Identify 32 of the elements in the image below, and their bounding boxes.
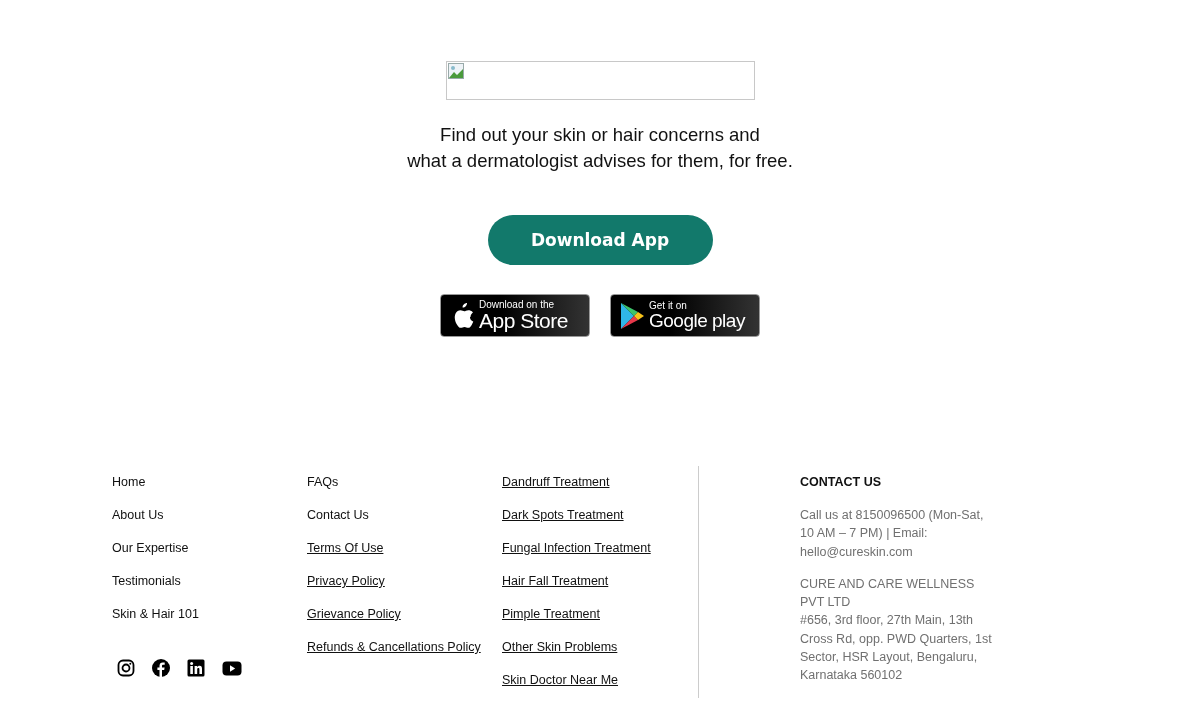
contact-heading: CONTACT US xyxy=(800,474,882,490)
footer-link[interactable]: FAQs xyxy=(307,474,339,507)
play-icon xyxy=(619,300,645,331)
footer-link[interactable]: Contact Us xyxy=(307,507,369,540)
company-name: CURE AND CARE WELLNESS PVT LTD xyxy=(800,575,976,612)
facebook-icon[interactable] xyxy=(152,659,170,677)
footer-link[interactable]: Fungal Infection Treatment xyxy=(502,540,651,556)
broken-image-icon xyxy=(447,63,464,79)
footer-link[interactable]: Refunds & Cancellations Policy xyxy=(307,639,481,655)
tagline-text: Find out your skin or hair concerns and what a dermatologist advises for them, for free. xyxy=(407,123,793,173)
linkedin-icon[interactable] xyxy=(187,659,205,677)
footer-link[interactable]: Home xyxy=(112,474,146,507)
footer-link[interactable]: Our Expertise xyxy=(112,540,189,573)
footer-link[interactable]: Grievance Policy xyxy=(307,606,401,622)
address-text: #656, 3rd floor, 27th Main, 13th Cross Rd, opp. PWD Quarters, 1st Sector, HSR Layout, Bengaluru, Karnataka 560102 xyxy=(800,612,993,685)
footer-link[interactable]: Skin Doctor Near Me xyxy=(502,672,618,688)
footer-link[interactable]: Testimonials xyxy=(112,573,181,606)
footer-link[interactable]: Other Skin Problems xyxy=(502,639,618,655)
footer-link[interactable]: Privacy Policy xyxy=(307,573,385,589)
footer-link[interactable]: Skin & Hair 101 xyxy=(112,606,199,639)
footer-link[interactable]: Dark Spots Treatment xyxy=(502,507,624,523)
instagram-icon[interactable] xyxy=(117,659,135,677)
google-play-badge[interactable]: Get it on Google play xyxy=(610,294,760,337)
footer-link[interactable]: Dandruff Treatment xyxy=(502,474,610,490)
download-app-button[interactable]: Download App xyxy=(487,215,713,265)
footer-link[interactable]: Hair Fall Treatment xyxy=(502,573,609,589)
footer-link[interactable]: Terms Of Use xyxy=(307,540,384,556)
youtube-icon[interactable] xyxy=(222,660,242,676)
footer-link[interactable]: Pimple Treatment xyxy=(502,606,600,622)
app-store-badge[interactable]: Download on the App Store xyxy=(440,294,590,337)
footer-link[interactable]: About Us xyxy=(112,507,164,540)
contact-info-text: Call us at 8150096500 (Mon-Sat, 10 AM – 7 PM) | Email: hello@cureskin.com xyxy=(800,507,985,561)
